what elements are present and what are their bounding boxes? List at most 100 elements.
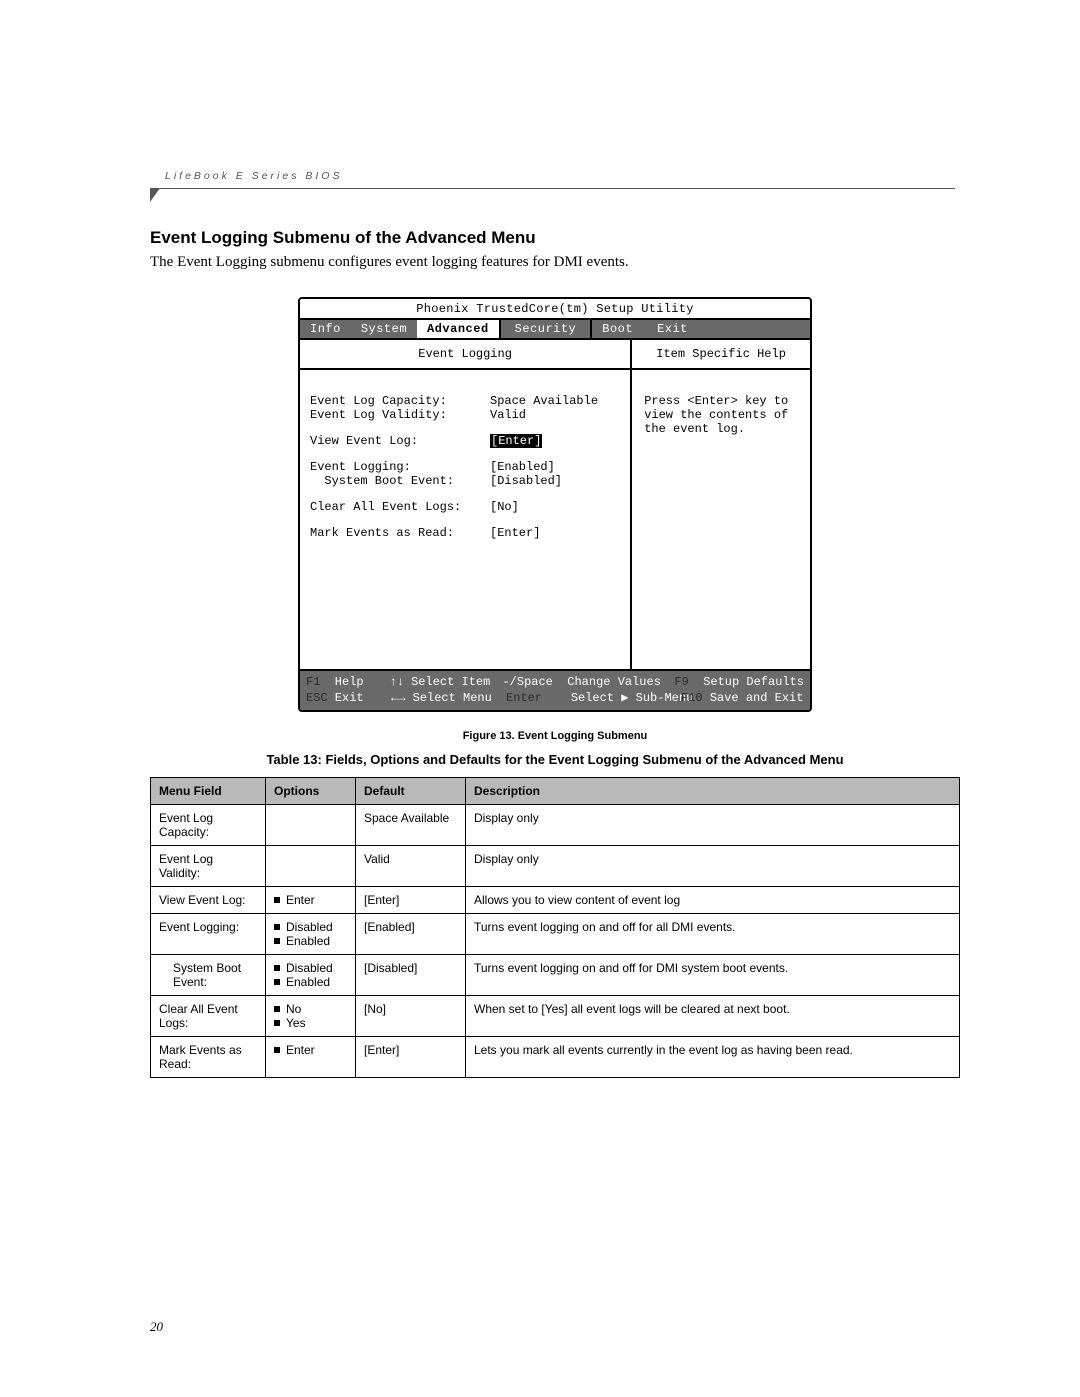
cell-description: Turns event logging on and off for all D… <box>466 914 960 955</box>
cell-options: DisabledEnabled <box>266 914 356 955</box>
cell-description: Turns event logging on and off for DMI s… <box>466 955 960 996</box>
footer-save-exit: Save and Exit <box>710 691 804 705</box>
th-default: Default <box>356 778 466 805</box>
cell-options: NoYes <box>266 996 356 1037</box>
cell-description: Display only <box>466 805 960 846</box>
field-validity: Event Log Validity: Valid <box>310 408 620 422</box>
field-label: View Event Log: <box>310 434 490 448</box>
field-system-boot-event[interactable]: System Boot Event: [Disabled] <box>310 474 620 488</box>
footer-help: Help <box>328 675 364 689</box>
table-row: Event Logging:DisabledEnabled[Enabled]Tu… <box>151 914 960 955</box>
field-event-logging[interactable]: Event Logging: [Enabled] <box>310 460 620 474</box>
footer-select-menu: ←→ Select Menu <box>391 690 506 706</box>
field-view-event-log[interactable]: View Event Log: [Enter] <box>310 434 620 448</box>
table-row: Event Log Validity: ValidDisplay only <box>151 846 960 887</box>
tab-boot[interactable]: Boot <box>592 320 643 338</box>
bios-fields: Event Log Capacity: Space Available Even… <box>300 370 630 669</box>
footer-exit: Exit <box>328 691 364 705</box>
cell-field: Event Logging: <box>151 914 266 955</box>
bios-right-pane: Item Specific Help Press <Enter> key to … <box>632 340 810 669</box>
cell-options: DisabledEnabled <box>266 955 356 996</box>
header-tab-marker <box>150 188 160 202</box>
section-title: Event Logging Submenu of the Advanced Me… <box>150 228 960 248</box>
table-header-row: Menu Field Options Default Description <box>151 778 960 805</box>
cell-options <box>266 846 356 887</box>
cell-field: Clear All Event Logs: <box>151 996 266 1037</box>
field-mark-read[interactable]: Mark Events as Read: [Enter] <box>310 526 620 540</box>
table-row: View Event Log:Enter[Enter]Allows you to… <box>151 887 960 914</box>
cell-default: [Disabled] <box>356 955 466 996</box>
tab-system[interactable]: System <box>351 320 417 338</box>
field-clear-all[interactable]: Clear All Event Logs: [No] <box>310 500 620 514</box>
th-description: Description <box>466 778 960 805</box>
bios-window: Phoenix TrustedCore(tm) Setup Utility In… <box>298 297 812 712</box>
field-value: [Disabled] <box>490 474 562 488</box>
field-value-selected: [Enter] <box>490 434 542 448</box>
cell-description: When set to [Yes] all event logs will be… <box>466 996 960 1037</box>
key-f10: F10 <box>681 691 710 705</box>
cell-field: Event Log Validity: <box>151 846 266 887</box>
key-esc: ESC <box>306 691 328 705</box>
table-caption: Table 13: Fields, Options and Defaults f… <box>150 752 960 767</box>
cell-default: Valid <box>356 846 466 887</box>
footer-row-2: ESC Exit ←→ Select Menu Enter Select ▶ S… <box>306 690 804 706</box>
field-value: Space Available <box>490 394 598 408</box>
th-field: Menu Field <box>151 778 266 805</box>
tab-advanced[interactable]: Advanced <box>417 320 501 338</box>
footer-select-item: ↑↓ Select Item <box>390 674 503 690</box>
header-rule <box>150 188 955 189</box>
field-label: Event Log Validity: <box>310 408 490 422</box>
running-head: LifeBook E Series BIOS <box>165 170 342 182</box>
section-description: The Event Logging submenu configures eve… <box>150 254 960 271</box>
key-f9: F9 <box>674 675 703 689</box>
field-label: Event Logging: <box>310 460 490 474</box>
tab-security[interactable]: Security <box>501 320 593 338</box>
figure-caption: Figure 13. Event Logging Submenu <box>150 730 960 742</box>
footer-setup-defaults: Setup Defaults <box>703 675 804 689</box>
page: LifeBook E Series BIOS Event Logging Sub… <box>0 0 1080 1397</box>
cell-options: Enter <box>266 1037 356 1078</box>
cell-description: Lets you mark all events currently in th… <box>466 1037 960 1078</box>
bios-right-header: Item Specific Help <box>632 340 810 370</box>
bios-menu-bar: Info System Advanced Security Boot Exit <box>300 318 810 340</box>
footer-change-values: -/Space Change Values <box>502 674 674 690</box>
bios-footer: F1 Help ↑↓ Select Item -/Space Change Va… <box>300 669 810 710</box>
field-value: [Enter] <box>490 526 540 540</box>
cell-options: Enter <box>266 887 356 914</box>
cell-default: Space Available <box>356 805 466 846</box>
cell-field: Event Log Capacity: <box>151 805 266 846</box>
field-value: [No] <box>490 500 519 514</box>
field-label: System Boot Event: <box>310 474 490 488</box>
bios-left-header: Event Logging <box>300 340 630 370</box>
footer-row-1: F1 Help ↑↓ Select Item -/Space Change Va… <box>306 674 804 690</box>
spec-table: Menu Field Options Default Description E… <box>150 777 960 1078</box>
help-line: Press <Enter> key to <box>644 394 798 408</box>
cell-default: [Enabled] <box>356 914 466 955</box>
table-row: System Boot Event:DisabledEnabled[Disabl… <box>151 955 960 996</box>
page-number: 20 <box>150 1319 163 1335</box>
cell-field: View Event Log: <box>151 887 266 914</box>
cell-options <box>266 805 356 846</box>
tab-exit[interactable]: Exit <box>643 320 810 338</box>
bios-left-pane: Event Logging Event Log Capacity: Space … <box>300 340 632 669</box>
cell-description: Allows you to view content of event log <box>466 887 960 914</box>
field-value: Valid <box>490 408 526 422</box>
table-row: Clear All Event Logs:NoYes[No]When set t… <box>151 996 960 1037</box>
tab-info[interactable]: Info <box>300 320 351 338</box>
table-row: Event Log Capacity: Space AvailableDispla… <box>151 805 960 846</box>
help-line: the event log. <box>644 422 798 436</box>
bios-help-text: Press <Enter> key to view the contents o… <box>632 370 810 619</box>
field-label: Clear All Event Logs: <box>310 500 490 514</box>
key-enter: Enter <box>506 691 542 705</box>
help-line: view the contents of <box>644 408 798 422</box>
cell-default: [Enter] <box>356 1037 466 1078</box>
cell-description: Display only <box>466 846 960 887</box>
key-f1: F1 <box>306 675 328 689</box>
cell-field: System Boot Event: <box>151 955 266 996</box>
field-label: Event Log Capacity: <box>310 394 490 408</box>
field-label: Mark Events as Read: <box>310 526 490 540</box>
bios-title-bar: Phoenix TrustedCore(tm) Setup Utility <box>300 299 810 318</box>
cell-default: [Enter] <box>356 887 466 914</box>
table-row: Mark Events as Read:Enter[Enter]Lets you… <box>151 1037 960 1078</box>
bios-body: Event Logging Event Log Capacity: Space … <box>300 340 810 669</box>
